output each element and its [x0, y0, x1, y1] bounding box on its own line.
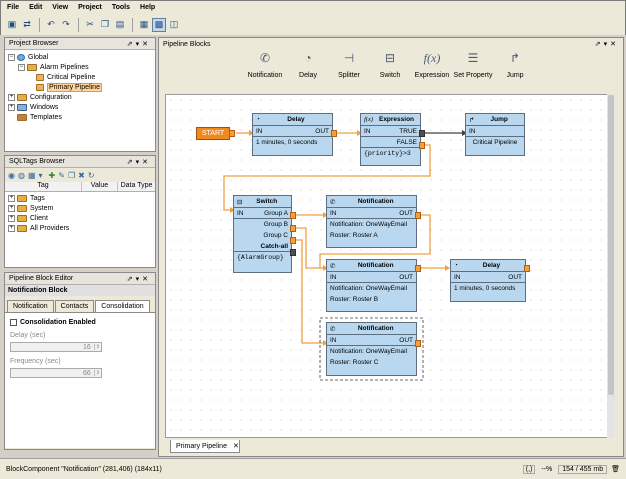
notification-value: Notification: OneWayEmail [330, 221, 408, 228]
block-title: Notification [357, 325, 394, 332]
notif1-out-port[interactable] [415, 212, 421, 219]
out-port-label: OUT [399, 336, 413, 344]
in-port-label: IN [330, 209, 337, 217]
block-header: ⊟ Switch [234, 196, 291, 208]
group-port-label: Group A [264, 209, 288, 217]
block-ports: IN OUT [253, 126, 332, 137]
group-port-label: Group B [263, 221, 288, 228]
block-title: Notification [357, 262, 394, 269]
true-port-label: TRUE [399, 127, 417, 135]
in-port-label: IN [454, 273, 461, 281]
delay-block-1[interactable]: ◔ Delay IN OUT 1 minutes, 0 seconds [252, 113, 333, 156]
block-header: ✆ Notification [327, 260, 416, 272]
roster-value: Roster: Roster B [330, 296, 379, 303]
block-body: {priority}>3 [364, 150, 411, 157]
delay-block-2[interactable]: ◔ Delay IN OUT 1 minutes, 0 seconds [450, 259, 526, 302]
block-title: Delay [482, 262, 501, 269]
gc-trash-icon[interactable]: 🗑 [611, 465, 620, 473]
block-title: Notification [357, 198, 394, 205]
function-icon: f(x) [364, 116, 374, 123]
notification-value: Notification: OneWayEmail [330, 348, 408, 355]
block-ports: IN OUT [327, 208, 416, 219]
block-ports: IN Group A [234, 208, 291, 219]
jump-block[interactable]: ↱ Jump IN Critical Pipeline [465, 113, 525, 156]
block-ports: IN [466, 126, 524, 137]
block-ports: Group C [234, 230, 291, 241]
block-body: {AlarmGroup} [237, 254, 284, 261]
expression-block[interactable]: f(x) Expression IN TRUE FALSE {priority}>3 [360, 113, 421, 166]
start-node[interactable]: START [196, 127, 230, 140]
out-port-label: OUT [399, 273, 413, 281]
notif2-out-port[interactable] [415, 265, 421, 272]
catch-all-label: Catch-all [260, 242, 288, 250]
notification-block-3[interactable]: ✆ Notification IN OUT Notification: OneWay… [326, 322, 417, 376]
block-ports: IN OUT [327, 335, 416, 346]
roster-value: Roster: Roster A [330, 232, 378, 239]
block-ports: Catch-all [234, 241, 291, 252]
block-header: ✆ Notification [327, 323, 416, 335]
in-port-label: IN [237, 209, 244, 217]
in-port-label: IN [364, 127, 371, 135]
notification-block-1[interactable]: ✆ Notification IN OUT Notification: OneWay… [326, 195, 417, 248]
block-ports: IN OUT [327, 272, 416, 283]
switch-group-b-port[interactable] [290, 225, 296, 232]
block-ports: IN TRUE [361, 126, 420, 137]
notification-value: Notification: OneWayEmail [330, 285, 408, 292]
block-title: Jump [490, 116, 508, 123]
connection-lines [223, 130, 467, 381]
status-text: BlockComponent "Notification" (281,406) … [6, 465, 162, 473]
status-bar: BlockComponent "Notification" (281,406) … [0, 458, 626, 479]
notification-block-2[interactable]: ✆ Notification IN OUT Notification: OneWay… [326, 259, 417, 312]
out-port-label: OUT [399, 209, 413, 217]
out-port-label: OUT [315, 127, 329, 135]
close-icon[interactable]: ✕ [233, 442, 239, 450]
in-port-label: IN [256, 127, 263, 135]
switch-catch-all-port[interactable] [290, 249, 296, 256]
block-ports: Group B [234, 219, 291, 230]
block-header: ↱ Jump [466, 114, 524, 126]
start-out-port[interactable] [229, 130, 235, 137]
in-port-label: IN [330, 273, 337, 281]
switch-block[interactable]: ⊟ Switch IN Group A Group B Group C Catch-… [233, 195, 292, 273]
group-port-label: Group C [263, 232, 288, 239]
switch-group-a-port[interactable] [290, 212, 296, 219]
expression-false-port[interactable] [419, 142, 425, 149]
block-title: Switch [256, 198, 278, 205]
in-port-label: IN [330, 336, 337, 344]
block-header: ✆ Notification [327, 196, 416, 208]
coords-icon: (,) [522, 464, 536, 474]
delay1-out-port[interactable] [331, 130, 337, 137]
notif3-out-port[interactable] [415, 340, 421, 347]
expression-true-port[interactable] [419, 130, 425, 137]
block-body: 1 minutes, 0 seconds [454, 285, 516, 292]
delay2-out-port[interactable] [524, 265, 530, 272]
out-port-label: OUT [508, 273, 522, 281]
memory-readout: 154 / 455 mb [558, 464, 608, 474]
in-port-label: IN [469, 127, 476, 135]
block-title: Expression [378, 116, 415, 123]
block-ports: FALSE [361, 137, 420, 148]
block-title: Delay [287, 116, 305, 123]
block-header: f(x) Expression [361, 114, 420, 126]
roster-value: Roster: Roster C [330, 359, 379, 366]
document-tab[interactable]: Primary Pipeline ✕ [170, 440, 240, 453]
block-header: ◔ Delay [451, 260, 525, 272]
false-port-label: FALSE [396, 138, 417, 146]
document-tab-label: Primary Pipeline [176, 442, 227, 450]
block-header: ◔ Delay [253, 114, 332, 126]
block-body: Critical Pipeline [472, 139, 518, 146]
block-ports: IN OUT [451, 272, 525, 283]
block-body: 1 minutes, 0 seconds [256, 139, 318, 146]
switch-group-c-port[interactable] [290, 237, 296, 244]
zoom-readout: --% [541, 465, 553, 473]
